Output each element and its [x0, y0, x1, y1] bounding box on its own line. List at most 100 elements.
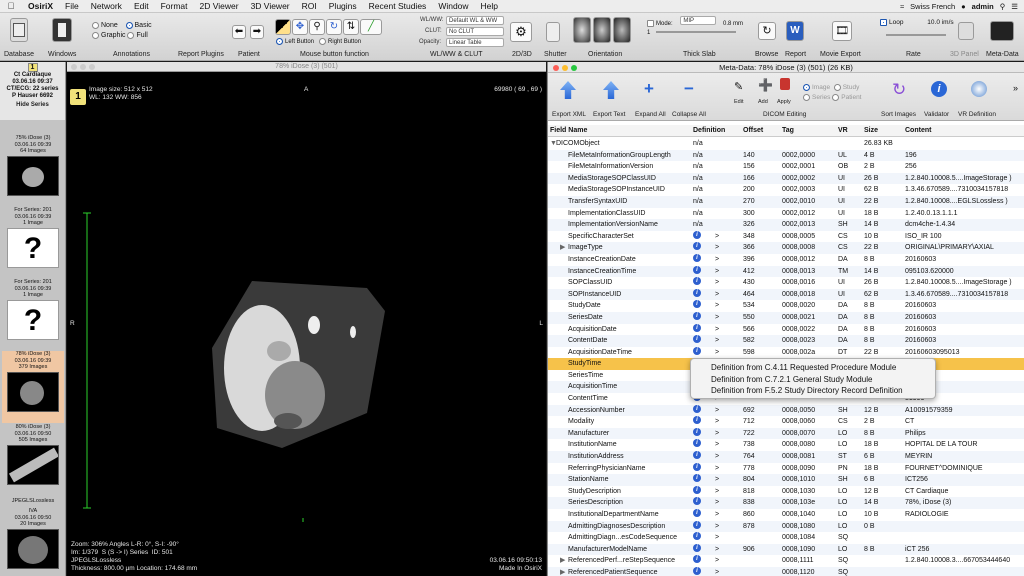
definition-info-icon[interactable]: i [693, 532, 701, 541]
definition-info-icon[interactable]: i [693, 474, 701, 483]
table-row[interactable]: MediaStorageSOPInstanceUID n/a 200 0002,000… [548, 184, 1024, 196]
series-thumbnail[interactable] [7, 444, 59, 485]
definition-info-icon[interactable]: i [693, 555, 701, 564]
measure-tool-icon[interactable]: ╱ [360, 19, 382, 35]
definition-arrow-icon[interactable]: > [715, 266, 719, 278]
definition-arrow-icon[interactable]: > [715, 405, 719, 417]
series-item-selected[interactable]: 78% iDose (3) 03.06.16 09:39 379 Images [2, 351, 64, 423]
mode-select[interactable]: MIP [680, 16, 717, 25]
menu-help[interactable]: Help [475, 1, 504, 11]
definition-arrow-icon[interactable]: > [715, 532, 719, 544]
disclosure-closed-icon[interactable]: ▶ [560, 555, 565, 567]
definition-arrow-icon[interactable]: > [715, 300, 719, 312]
table-row[interactable]: TransferSyntaxUID n/a 270 0002,0010 UI 22 B 1.… [548, 195, 1024, 208]
rate-slider[interactable] [886, 34, 946, 37]
definition-arrow-icon[interactable]: > [715, 277, 719, 289]
table-row[interactable]: SeriesDate i >550 0008,0021 DA 8 B 20160603 [548, 311, 1024, 324]
series-item[interactable]: 80% iDose (3) 03.06.16 09:50 505 Images [2, 424, 64, 485]
definition-arrow-icon[interactable]: > [715, 242, 719, 254]
table-row[interactable]: InstitutionName i >738 0008,0080 LO 18 B HOPIT… [548, 439, 1024, 451]
spotlight-icon[interactable]: ⚲ [1000, 2, 1006, 11]
radio-series[interactable] [803, 93, 810, 101]
definition-info-icon[interactable]: i [693, 497, 701, 506]
definition-arrow-icon[interactable]: > [715, 486, 719, 498]
definition-info-icon[interactable]: i [693, 242, 701, 251]
slab-slider[interactable] [656, 31, 737, 34]
table-row[interactable]: ImplementationVersionName n/a 326 0002,0013… [548, 219, 1024, 231]
definition-info-icon[interactable]: i [693, 404, 701, 413]
export-xml-icon[interactable] [560, 81, 576, 99]
table-row[interactable]: AccessionNumber i >692 0008,0050 SH 12 B A1009… [548, 404, 1024, 417]
table-row[interactable]: InstanceCreationTime i >412 0008,0013 TM 14 B… [548, 265, 1024, 278]
rotate-tool-icon[interactable]: ↻ [326, 19, 342, 35]
coronal-orientation-icon[interactable] [593, 17, 611, 43]
user-icon[interactable]: ● [961, 2, 966, 11]
menu-roi[interactable]: ROI [296, 1, 323, 11]
radio-image[interactable] [803, 83, 810, 91]
3d-panel-button[interactable] [958, 22, 974, 40]
report-button[interactable]: W [786, 21, 804, 41]
menu-format[interactable]: Format [155, 1, 194, 11]
definition-arrow-icon[interactable]: > [715, 497, 719, 509]
table-row[interactable]: AcquisitionDate i >566 0008,0022 DA 8 B 201606… [548, 323, 1024, 336]
radio-graphic[interactable] [92, 31, 99, 39]
col-definition[interactable]: Definition [693, 127, 725, 134]
expand-all-icon[interactable]: + [644, 79, 654, 99]
table-row[interactable]: ▶ ImageType i >366 0008,0008 CS 22 B ORIGINAL\P… [548, 242, 1024, 254]
definition-info-icon[interactable]: i [693, 509, 701, 517]
definition-info-icon[interactable]: i [693, 566, 701, 575]
table-row[interactable]: AdmittingDiagnosesDescription i >878 0008,1… [548, 520, 1024, 533]
col-field-name[interactable]: Field Name [550, 127, 587, 134]
disclosure-closed-icon[interactable]: ▶ [560, 567, 565, 576]
zoom-icon[interactable] [89, 64, 95, 70]
definition-info-icon[interactable]: i [693, 462, 701, 471]
definition-arrow-icon[interactable]: > [715, 521, 719, 533]
definition-arrow-icon[interactable]: > [715, 312, 719, 324]
radio-basic[interactable] [125, 21, 133, 29]
sagittal-orientation-icon[interactable] [613, 17, 631, 43]
table-row[interactable]: AcquisitionDateTime i >598 0008,002a DT 22 B 2… [548, 346, 1024, 359]
definition-info-icon[interactable]: i [693, 439, 701, 448]
radio-full[interactable] [127, 31, 135, 39]
input-source[interactable]: Swiss French [910, 2, 955, 11]
2d-3d-button[interactable]: ⚙ [510, 22, 532, 42]
zoom-icon[interactable] [571, 64, 577, 71]
mode-checkbox[interactable] [647, 19, 654, 27]
definition-info-icon[interactable]: i [693, 451, 701, 460]
definition-info-icon[interactable]: i [693, 335, 701, 344]
col-size[interactable]: Size [864, 127, 878, 134]
close-icon[interactable] [71, 64, 77, 70]
series-item[interactable]: IVA 03.06.16 09:50 20 Images [2, 508, 64, 569]
radio-none[interactable] [92, 21, 99, 29]
table-row[interactable]: SeriesDescription i >838 0008,103e LO 14 B 78%… [548, 497, 1024, 509]
definition-arrow-icon[interactable]: > [715, 439, 719, 451]
menu-app[interactable]: OsiriX [22, 1, 59, 11]
database-button[interactable] [10, 18, 28, 42]
definition-arrow-icon[interactable]: > [715, 555, 719, 567]
series-item[interactable]: 75% iDose (3) 03.06.16 09:39 64 Images [2, 135, 64, 196]
definition-info-icon[interactable]: i [693, 265, 701, 274]
definition-info-icon[interactable]: i [693, 346, 701, 355]
sort-images-icon[interactable]: ↻ [892, 80, 906, 100]
definition-info-icon[interactable]: i [693, 311, 701, 320]
definition-arrow-icon[interactable]: > [715, 289, 719, 301]
table-row[interactable]: ContentDate i >582 0008,0023 DA 8 B 20160603 [548, 335, 1024, 347]
disclosure-closed-icon[interactable]: ▶ [560, 242, 565, 254]
close-icon[interactable] [553, 64, 559, 71]
table-row[interactable]: ▶ ReferencedPerf...reStepSequence i >0008,1… [548, 555, 1024, 567]
series-item[interactable]: JPEGLSLossless [2, 498, 64, 505]
definition-arrow-icon[interactable]: > [715, 544, 719, 556]
move-tool-icon[interactable]: ✥ [292, 19, 308, 35]
definition-info-icon[interactable]: i [693, 300, 701, 309]
table-row[interactable]: SpecificCharacterSet i >348 0008,0005 CS 10 B… [548, 230, 1024, 243]
radio-right-button[interactable] [319, 38, 327, 45]
minimize-icon[interactable] [562, 64, 568, 71]
table-row[interactable]: AdmittingDiagn...esCodeSequence i >0008,10… [548, 532, 1024, 544]
menu-network[interactable]: Network [85, 1, 128, 11]
more-toolbar-icon[interactable]: » [1013, 83, 1018, 93]
menu-edit[interactable]: Edit [128, 1, 155, 11]
user-name[interactable]: admin [972, 2, 994, 11]
table-row[interactable]: SOPClassUID i >430 0008,0016 UI 26 B 1.2.840.1… [548, 277, 1024, 289]
definition-arrow-icon[interactable]: > [715, 347, 719, 359]
menu-list-icon[interactable]: ☰ [1011, 2, 1018, 11]
